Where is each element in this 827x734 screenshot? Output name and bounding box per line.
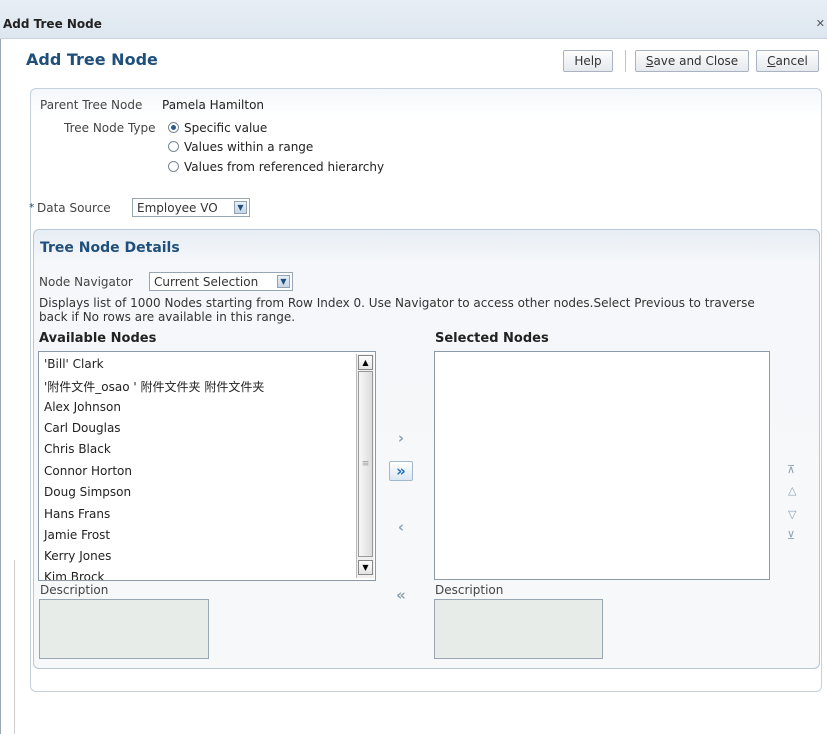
move-down-icon[interactable]: ▽ [788, 508, 796, 521]
cancel-accel: C [767, 54, 776, 68]
node-navigator-label: Node Navigator [39, 275, 133, 289]
available-description-box [39, 599, 209, 659]
left-divider [14, 560, 15, 734]
available-nodes-heading: Available Nodes [39, 331, 157, 346]
list-item[interactable]: Kerry Jones [44, 549, 111, 563]
data-source-value: Employee VO [137, 200, 218, 215]
radio-specific-value[interactable] [168, 122, 179, 133]
double-chevron-left-icon[interactable]: « [389, 585, 413, 605]
scroll-down-icon[interactable]: ▼ [358, 560, 373, 575]
radio-specific-value-label: Specific value [184, 121, 268, 135]
available-list-scrollbar[interactable]: ▲ ≡ ▼ [356, 354, 374, 578]
list-item[interactable]: Connor Horton [44, 464, 132, 478]
available-description-label: Description [40, 583, 109, 597]
list-item[interactable]: Carl Douglas [44, 421, 121, 435]
tree-node-details-title: Tree Node Details [40, 240, 180, 256]
help-button[interactable]: Help [563, 50, 613, 72]
dialog-title-bar-text: Add Tree Node [3, 17, 102, 31]
list-item[interactable]: Kim Brock [44, 570, 105, 580]
required-indicator: * [29, 201, 35, 214]
data-source-label: Data Source [37, 201, 111, 215]
page-title: Add Tree Node [26, 50, 158, 69]
scroll-up-icon[interactable]: ▲ [358, 355, 373, 370]
list-item[interactable]: 'Bill' Clark [44, 357, 104, 371]
node-navigator-select[interactable]: Current Selection ▼ [149, 272, 293, 291]
node-navigator-value: Current Selection [154, 274, 259, 289]
close-icon[interactable]: ✕ [816, 17, 825, 30]
parent-tree-node-label: Parent Tree Node [40, 98, 143, 112]
radio-values-within-range[interactable] [168, 141, 179, 152]
chevron-down-icon: ▼ [277, 275, 290, 288]
save-and-close-button[interactable]: Save and Close [635, 50, 749, 72]
data-source-select[interactable]: Employee VO ▼ [132, 198, 250, 217]
selected-nodes-list[interactable] [434, 351, 770, 580]
radio-referenced-hierarchy[interactable] [168, 161, 179, 172]
save-label-rest: ave and Close [653, 54, 739, 68]
navigator-info-text: Displays list of 1000 Nodes starting fro… [39, 296, 755, 324]
toolbar-separator [625, 50, 626, 72]
help-button-label: Help [574, 54, 602, 68]
chevron-down-icon: ▼ [234, 201, 247, 214]
list-item[interactable]: Jamie Frost [44, 528, 110, 542]
window-left-edge [0, 0, 1, 734]
chevron-left-icon[interactable]: ‹ [389, 517, 413, 537]
scrollbar-thumb[interactable]: ≡ [358, 371, 373, 557]
chevron-right-icon[interactable]: › [389, 428, 413, 448]
cancel-label-rest: ancel [775, 54, 808, 68]
list-item[interactable]: '附件文件_osao ' 附件文件夹 附件文件夹 [44, 378, 264, 395]
move-up-icon[interactable]: △ [788, 484, 796, 497]
selected-description-label: Description [435, 583, 504, 597]
list-item[interactable]: Chris Black [44, 442, 111, 456]
tree-node-type-label: Tree Node Type [64, 121, 156, 135]
list-item[interactable]: Doug Simpson [44, 485, 131, 499]
save-accel: S [645, 54, 654, 68]
available-nodes-list[interactable]: 'Bill' Clark '附件文件_osao ' 附件文件夹 附件文件夹 Al… [38, 351, 376, 581]
move-bottom-icon[interactable]: ⊻ [787, 529, 795, 542]
list-item[interactable]: Hans Frans [44, 507, 110, 521]
radio-selected-dot [171, 125, 176, 130]
move-top-icon[interactable]: ⊼ [787, 463, 795, 476]
double-chevron-right-icon[interactable]: » [389, 461, 413, 481]
list-item[interactable]: Alex Johnson [44, 400, 121, 414]
cancel-button[interactable]: Cancel [756, 50, 819, 72]
parent-tree-node-value: Pamela Hamilton [162, 98, 265, 112]
selected-description-box [434, 599, 603, 659]
dialog-title-bar: Add Tree Node [0, 0, 827, 39]
selected-nodes-heading: Selected Nodes [435, 331, 549, 346]
radio-referenced-hierarchy-label: Values from referenced hierarchy [184, 160, 385, 174]
radio-values-within-range-label: Values within a range [184, 140, 314, 154]
